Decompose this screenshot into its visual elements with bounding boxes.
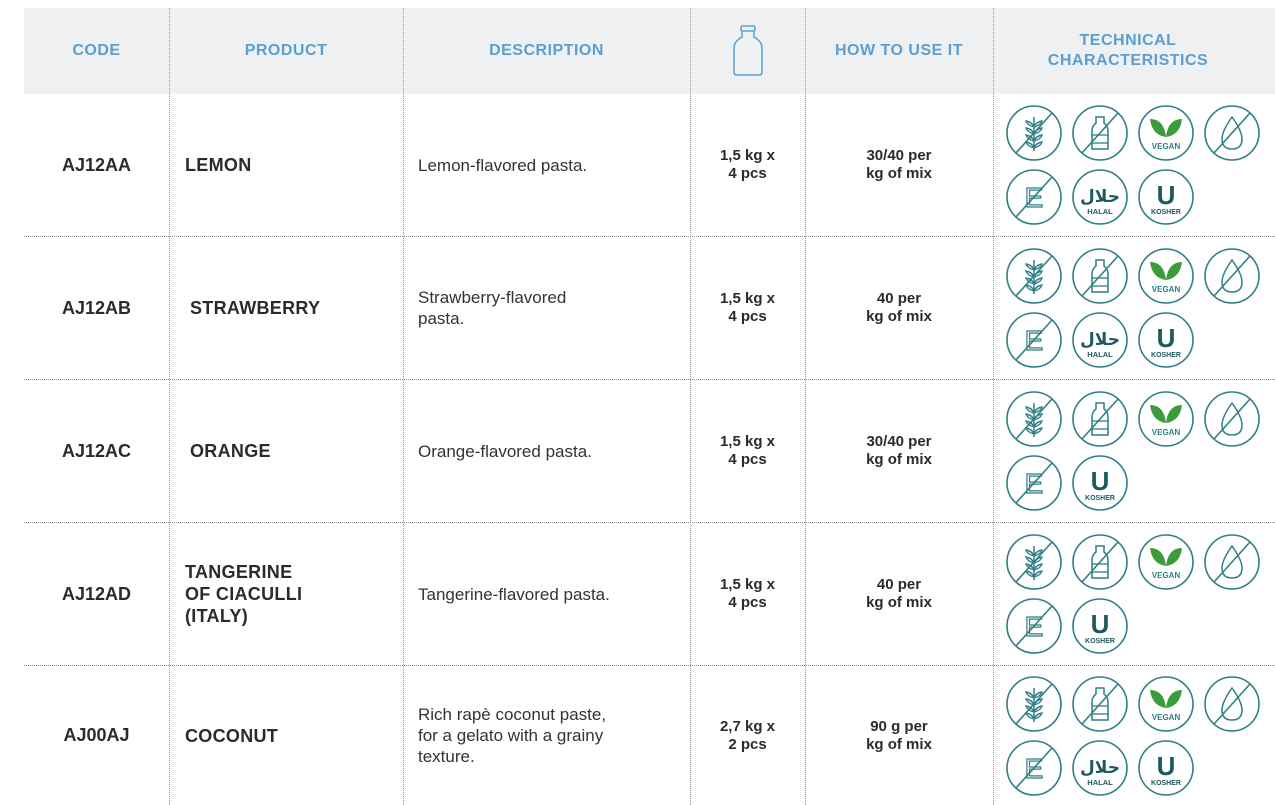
table-row: AJ12AA LEMON Lemon-flavored pasta. 1,5 k… bbox=[0, 94, 1275, 236]
lactose-free-icon bbox=[1070, 532, 1130, 592]
svg-text:U: U bbox=[1091, 609, 1110, 639]
row-product: ORANGE bbox=[190, 441, 271, 461]
no-e-numbers-icon: E bbox=[1004, 167, 1064, 227]
header-description: DESCRIPTION bbox=[489, 42, 604, 59]
no-e-numbers-icon: E bbox=[1004, 453, 1064, 513]
svg-text:U: U bbox=[1157, 180, 1176, 210]
lactose-free-icon bbox=[1070, 389, 1130, 449]
vegan-icon: VEGAN bbox=[1136, 674, 1196, 734]
kosher-icon: U KOSHER bbox=[1070, 453, 1130, 513]
svg-text:KOSHER: KOSHER bbox=[1151, 780, 1181, 787]
svg-text:HALAL: HALAL bbox=[1087, 207, 1113, 216]
lactose-free-icon bbox=[1070, 103, 1130, 163]
halal-icon: حلال HALAL bbox=[1070, 310, 1130, 370]
svg-text:حلال: حلال bbox=[1080, 187, 1120, 207]
row-product: LEMON bbox=[185, 155, 252, 175]
svg-text:HALAL: HALAL bbox=[1087, 350, 1113, 359]
svg-text:KOSHER: KOSHER bbox=[1085, 638, 1115, 645]
row-packaging: 1,5 kg x 4 pcs bbox=[719, 147, 776, 182]
row-description: Lemon-flavored pasta. bbox=[418, 155, 588, 175]
fat-free-icon bbox=[1202, 674, 1262, 734]
row-product: STRAWBERRY bbox=[190, 298, 321, 318]
header-product: PRODUCT bbox=[244, 42, 328, 59]
svg-text:VEGAN: VEGAN bbox=[1152, 713, 1181, 722]
row-code: AJ12AC bbox=[61, 440, 132, 461]
svg-text:VEGAN: VEGAN bbox=[1152, 285, 1181, 294]
gluten-free-icon bbox=[1004, 389, 1064, 449]
halal-icon: حلال HALAL bbox=[1070, 738, 1130, 798]
gluten-free-icon bbox=[1004, 103, 1064, 163]
svg-text:VEGAN: VEGAN bbox=[1152, 428, 1181, 437]
kosher-icon: U KOSHER bbox=[1136, 738, 1196, 798]
row-description: Orange-flavored pasta. bbox=[418, 441, 592, 461]
svg-text:KOSHER: KOSHER bbox=[1151, 209, 1181, 216]
row-badges: VEGANEحلالHALALUKOSHER bbox=[1000, 237, 1274, 379]
halal-icon: حلال HALAL bbox=[1070, 167, 1130, 227]
gluten-free-icon bbox=[1004, 532, 1064, 592]
lactose-free-icon bbox=[1070, 246, 1130, 306]
svg-text:KOSHER: KOSHER bbox=[1151, 352, 1181, 359]
vegan-icon: VEGAN bbox=[1136, 389, 1196, 449]
svg-text:VEGAN: VEGAN bbox=[1152, 571, 1181, 580]
row-usage: 90 g per kg of mix bbox=[866, 717, 932, 753]
kosher-icon: U KOSHER bbox=[1070, 596, 1130, 656]
gluten-free-icon bbox=[1004, 674, 1064, 734]
fat-free-icon bbox=[1202, 103, 1262, 163]
row-badges: VEGANEحلالHALALUKOSHER bbox=[1000, 94, 1274, 236]
row-description: Tangerine-flavored pasta. bbox=[418, 584, 610, 604]
row-packaging: 1,5 kg x 4 pcs bbox=[719, 576, 776, 611]
svg-text:KOSHER: KOSHER bbox=[1085, 495, 1115, 502]
jar-icon bbox=[690, 8, 805, 94]
row-badges: VEGAN EUKOSHER bbox=[1000, 523, 1274, 665]
row-code: AJ12AB bbox=[61, 297, 132, 318]
table-row: AJ12AB STRAWBERRY Strawberry-flavored pa… bbox=[0, 237, 1275, 379]
row-badges: VEGAN EUKOSHER bbox=[1000, 380, 1274, 522]
svg-text:U: U bbox=[1157, 323, 1176, 353]
row-description: Rich rapè coconut paste, for a gelato wi… bbox=[418, 705, 607, 766]
row-description: Strawberry-flavored pasta. bbox=[418, 288, 567, 328]
table-row: AJ00AJ COCONUT Rich rapè coconut paste, … bbox=[0, 666, 1275, 805]
table-row: AJ12AC ORANGE Orange-flavored pasta. 1,5… bbox=[0, 380, 1275, 522]
row-code: AJ12AA bbox=[61, 154, 132, 175]
row-code: AJ00AJ bbox=[63, 725, 130, 745]
row-usage: 40 per kg of mix bbox=[866, 576, 932, 611]
row-packaging: 2,7 kg x 2 pcs bbox=[719, 717, 776, 753]
no-e-numbers-icon: E bbox=[1004, 738, 1064, 798]
row-product: COCONUT bbox=[185, 725, 279, 746]
svg-text:حلال: حلال bbox=[1080, 758, 1120, 778]
fat-free-icon bbox=[1202, 246, 1262, 306]
table-row: AJ12AD TANGERINE OF CIACULLI (ITALY) Tan… bbox=[0, 523, 1275, 665]
svg-text:U: U bbox=[1091, 466, 1110, 496]
kosher-icon: U KOSHER bbox=[1136, 310, 1196, 370]
kosher-icon: U KOSHER bbox=[1136, 167, 1196, 227]
header-code: CODE bbox=[72, 42, 121, 59]
vegan-icon: VEGAN bbox=[1136, 246, 1196, 306]
row-packaging: 1,5 kg x 4 pcs bbox=[719, 433, 776, 468]
svg-text:حلال: حلال bbox=[1080, 330, 1120, 350]
svg-text:VEGAN: VEGAN bbox=[1152, 142, 1181, 151]
no-e-numbers-icon: E bbox=[1004, 596, 1064, 656]
svg-text:HALAL: HALAL bbox=[1087, 778, 1113, 787]
gluten-free-icon bbox=[1004, 246, 1064, 306]
vegan-icon: VEGAN bbox=[1136, 532, 1196, 592]
fat-free-icon bbox=[1202, 532, 1262, 592]
row-usage: 30/40 per kg of mix bbox=[866, 147, 932, 182]
product-table: CODE PRODUCT DESCRIPTION HOW TO USE IT T… bbox=[0, 0, 1275, 805]
row-usage: 40 per kg of mix bbox=[866, 290, 932, 325]
lactose-free-icon bbox=[1070, 674, 1130, 734]
fat-free-icon bbox=[1202, 389, 1262, 449]
row-packaging: 1,5 kg x 4 pcs bbox=[719, 290, 776, 325]
header-how-to-use: HOW TO USE IT bbox=[835, 42, 963, 59]
row-code: AJ12AD bbox=[61, 583, 132, 604]
svg-text:U: U bbox=[1157, 751, 1176, 781]
header-technical: TECHNICAL CHARACTERISTICS bbox=[1047, 32, 1209, 69]
row-usage: 30/40 per kg of mix bbox=[866, 433, 932, 468]
no-e-numbers-icon: E bbox=[1004, 310, 1064, 370]
row-badges: VEGANEحلالHALALUKOSHER bbox=[1000, 666, 1274, 805]
row-product: TANGERINE OF CIACULLI (ITALY) bbox=[185, 562, 303, 626]
vegan-icon: VEGAN bbox=[1136, 103, 1196, 163]
